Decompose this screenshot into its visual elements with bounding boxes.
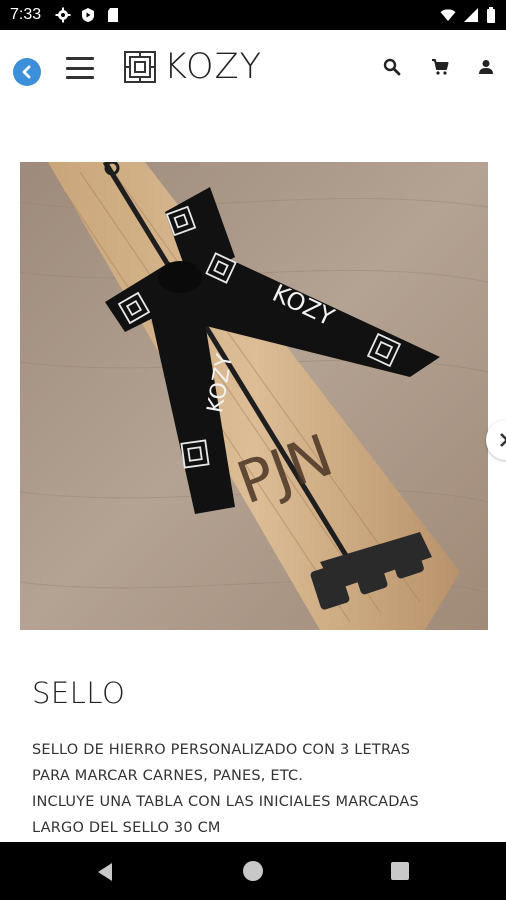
hamburger-icon-line	[66, 76, 94, 79]
description-line: PARA MARCAR CARNES, PANES, ETC.	[32, 768, 304, 784]
app-header: KOZY	[0, 30, 506, 106]
brand-logo[interactable]: KOZY	[124, 47, 262, 87]
kozy-logo-icon	[124, 51, 156, 83]
product-photo-illustration: PJN KOZY KOZY	[20, 162, 488, 630]
sd-card-icon	[108, 8, 119, 22]
play-protect-icon	[82, 8, 95, 22]
system-nav-bar	[0, 842, 506, 900]
description-line: INCLUYE UNA TABLA CON LAS INICIALES MARC…	[32, 794, 419, 810]
back-triangle-icon[interactable]	[96, 862, 114, 882]
hamburger-icon-line	[66, 57, 94, 60]
product-image[interactable]: PJN KOZY KOZY	[20, 162, 488, 630]
cart-button[interactable]	[430, 57, 450, 77]
next-image-button[interactable]	[486, 420, 506, 460]
account-button[interactable]	[476, 57, 496, 77]
battery-icon	[487, 7, 495, 23]
description-line: LARGO DEL SELLO 30 CM	[32, 820, 221, 836]
description-line: SELLO DE HIERRO PERSONALIZADO CON 3 LETR…	[32, 742, 411, 758]
wifi-icon	[440, 9, 456, 21]
product-title: SELLO	[32, 676, 126, 710]
search-icon	[383, 58, 401, 76]
status-time: 7:33	[10, 6, 42, 23]
search-button[interactable]	[382, 57, 402, 77]
back-button[interactable]	[13, 58, 41, 86]
arrow-left-icon	[22, 65, 31, 79]
logo-text: KOZY	[164, 47, 262, 87]
signal-icon	[464, 8, 478, 22]
chevron-right-icon	[500, 433, 506, 447]
recents-square-icon[interactable]	[391, 862, 409, 880]
product-description: SELLO DE HIERRO PERSONALIZADO CON 3 LETR…	[32, 737, 482, 841]
settings-icon	[55, 7, 71, 23]
user-icon	[479, 60, 493, 74]
status-bar: 7:33	[0, 0, 506, 30]
hamburger-icon-line	[66, 66, 94, 70]
home-circle-icon[interactable]	[243, 861, 263, 881]
cart-icon	[432, 59, 449, 75]
menu-button[interactable]	[66, 57, 94, 79]
